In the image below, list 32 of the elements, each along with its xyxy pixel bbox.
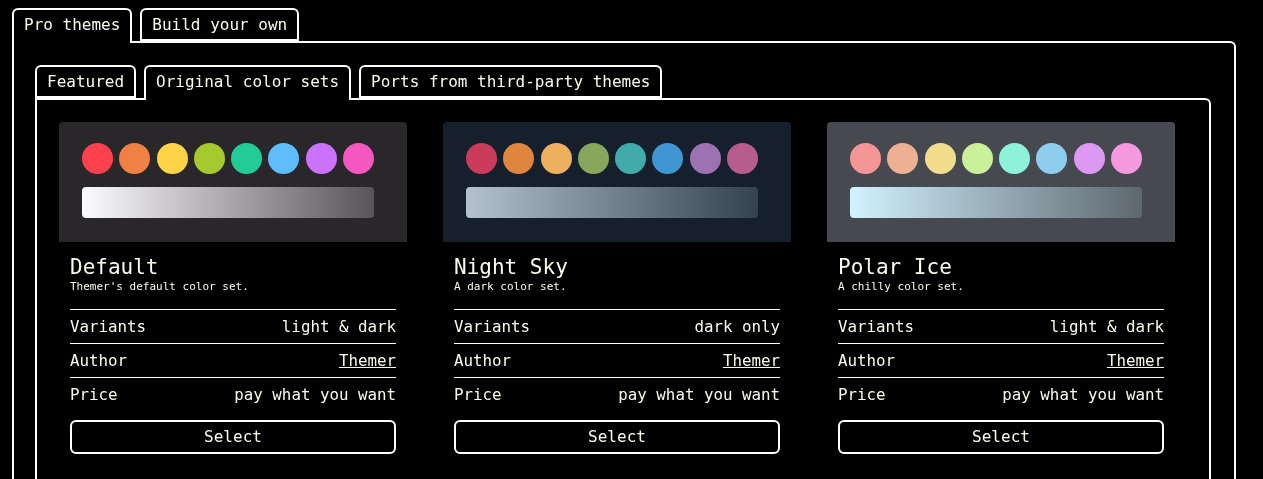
tab[interactable]: Ports from third-party themes	[359, 65, 663, 98]
theme-title: Night Sky	[454, 254, 569, 280]
property-label: Variants	[838, 315, 915, 338]
property-value: pay what you want	[234, 383, 396, 406]
theme-description: Themer's default color set.	[70, 280, 250, 294]
tab[interactable]: Build your own	[140, 8, 300, 41]
property-label: Variants	[70, 315, 147, 338]
property-label: Price	[70, 383, 118, 406]
property-label: Author	[70, 349, 128, 372]
property-label: Price	[454, 383, 502, 406]
theme-title: Polar Ice	[838, 254, 953, 280]
property-value: pay what you want	[1002, 383, 1164, 406]
select-button[interactable]: Select	[70, 420, 396, 454]
property-label: Author	[454, 349, 512, 372]
property-label: Author	[838, 349, 896, 372]
author-link[interactable]: Themer	[722, 348, 780, 373]
theme-title: Default	[70, 254, 160, 280]
property-label: Variants	[454, 315, 531, 338]
theme-description: A dark color set.	[454, 280, 568, 294]
select-button[interactable]: Select	[838, 420, 1164, 454]
select-button[interactable]: Select	[454, 420, 780, 454]
property-value: light & dark	[1049, 315, 1164, 338]
author-link[interactable]: Themer	[1106, 348, 1164, 373]
property-label: Price	[838, 383, 886, 406]
tab[interactable]: Pro themes	[12, 8, 133, 43]
property-value: light & dark	[281, 315, 396, 338]
author-link[interactable]: Themer	[338, 348, 396, 373]
tab[interactable]: Original color sets	[144, 65, 352, 100]
property-value: dark only	[694, 315, 780, 338]
tab[interactable]: Featured	[35, 65, 137, 98]
property-value: pay what you want	[618, 383, 780, 406]
theme-description: A chilly color set.	[838, 280, 965, 294]
